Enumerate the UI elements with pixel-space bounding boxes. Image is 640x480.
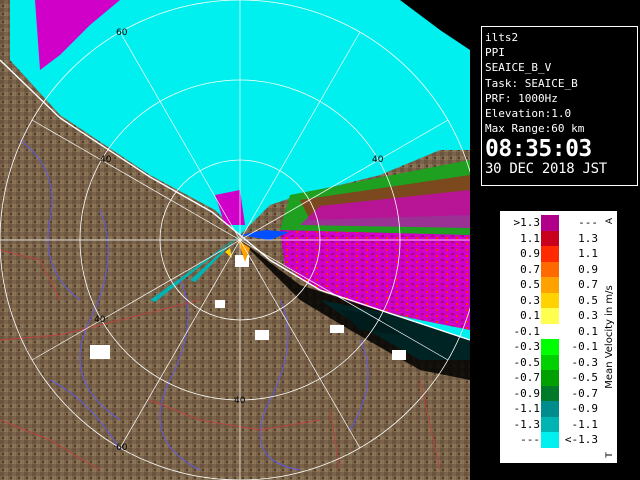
legend-low-value: 0.9 bbox=[520, 247, 540, 260]
legend-low-value: -1.3 bbox=[513, 417, 541, 431]
legend-color-swatch bbox=[541, 215, 559, 231]
legend-low-value: -0.9 bbox=[513, 386, 541, 400]
legend-color-swatch bbox=[541, 416, 559, 432]
legend-color-swatch bbox=[541, 432, 559, 448]
range-label-40-n: 40 bbox=[100, 155, 112, 165]
task-name: Task: SEAICE_B bbox=[485, 76, 578, 90]
legend-low-value: >1.3 bbox=[513, 216, 541, 229]
range-label-40-sw: 40 bbox=[94, 315, 106, 325]
legend-row: 1.1 1.3 bbox=[500, 230, 600, 246]
legend-row: -0.9 -0.7 bbox=[500, 385, 600, 401]
legend-low-value: -1.1 bbox=[513, 402, 541, 415]
legend-row: -1.1 -0.9 bbox=[500, 401, 600, 417]
legend-top-marker: A bbox=[605, 217, 615, 224]
legend-low-value: -0.3 bbox=[513, 340, 541, 353]
legend-color-swatch bbox=[541, 323, 559, 339]
legend-color-swatch bbox=[541, 308, 559, 324]
legend-low-value: -0.7 bbox=[513, 371, 541, 384]
legend-high-value: -0.1 bbox=[571, 340, 599, 353]
scan-time: 08:35:03 bbox=[485, 136, 592, 163]
scan-name: SEAICE_B_V bbox=[485, 61, 552, 75]
legend-row: -0.7 -0.5 bbox=[500, 370, 600, 386]
legend-high-value: 1.1 bbox=[578, 247, 598, 260]
range-label-60-nw: 60 bbox=[116, 28, 128, 38]
legend-row: -0.3 -0.1 bbox=[500, 339, 600, 355]
legend-row: >1.3 --- bbox=[500, 215, 600, 231]
legend-row: 0.1 0.3 bbox=[500, 308, 600, 324]
legend-high-value: 0.5 bbox=[578, 293, 598, 307]
legend-high-value: 0.1 bbox=[578, 324, 598, 338]
prf-value: PRF: 1000Hz bbox=[485, 91, 558, 105]
legend-color-swatch bbox=[541, 277, 559, 293]
legend-low-value: -0.5 bbox=[513, 355, 541, 369]
range-label-40-ne: 40 bbox=[372, 155, 384, 165]
legend-low-value: 1.1 bbox=[520, 231, 540, 245]
legend-high-value: -0.5 bbox=[571, 371, 599, 384]
legend-high-value: --- bbox=[578, 216, 598, 229]
legend-low-value: --- bbox=[520, 433, 540, 446]
legend-color-swatch bbox=[541, 401, 559, 417]
legend-color-swatch bbox=[541, 261, 559, 277]
range-label-60-s: 60 bbox=[116, 443, 128, 453]
legend-high-value: 0.9 bbox=[578, 262, 598, 276]
legend-row: -0.5 -0.3 bbox=[500, 354, 600, 370]
legend-low-value: -0.1 bbox=[513, 324, 541, 338]
legend-row: 0.9 1.1 bbox=[500, 246, 600, 262]
scan-mode: PPI bbox=[485, 46, 505, 60]
legend-low-value: 0.5 bbox=[520, 278, 540, 291]
legend-low-value: 0.1 bbox=[520, 309, 540, 322]
legend-color-swatch bbox=[541, 385, 559, 401]
velocity-legend: >1.3 --- 1.1 1.3 0.9 1.1 0.7 0.9 0.5 0.7 0.3 0.5 0.1… bbox=[500, 211, 617, 463]
scan-info-panel: ilts2 PPI SEAICE_B_V Task: SEAICE_B PRF:… bbox=[481, 26, 638, 186]
scan-date: 30 DEC 2018 JST bbox=[485, 161, 607, 178]
elevation-value: Elevation:1.0 bbox=[485, 107, 572, 121]
legend-row: -1.3 -1.1 bbox=[500, 416, 600, 432]
legend-high-value: 0.3 bbox=[578, 309, 598, 322]
legend-color-swatch bbox=[541, 370, 559, 386]
legend-high-value: -1.1 bbox=[571, 417, 599, 431]
legend-color-swatch bbox=[541, 339, 559, 355]
legend-title: A Mean Velocity in m/s T bbox=[602, 211, 616, 463]
legend-bottom-marker: T bbox=[605, 452, 615, 459]
legend-row: 0.5 0.7 bbox=[500, 277, 600, 293]
legend-high-value: -0.9 bbox=[571, 402, 599, 415]
legend-color-swatch bbox=[541, 354, 559, 370]
legend-color-swatch bbox=[541, 292, 559, 308]
legend-color-swatch bbox=[541, 246, 559, 262]
legend-color-swatch bbox=[541, 230, 559, 246]
range-label-40-s: 40 bbox=[234, 396, 246, 406]
legend-low-value: 0.3 bbox=[520, 293, 540, 307]
legend-high-value: 0.7 bbox=[578, 278, 598, 291]
radar-image: 40 60 40 40 40 60 bbox=[0, 0, 480, 480]
legend-row: 0.3 0.5 bbox=[500, 292, 600, 308]
legend-high-value: <-1.3 bbox=[564, 433, 598, 446]
radar-ppi-display: 40 60 40 40 40 60 bbox=[0, 0, 480, 480]
legend-low-value: 0.7 bbox=[520, 262, 540, 276]
legend-high-value: 1.3 bbox=[578, 231, 598, 245]
legend-high-value: -0.7 bbox=[571, 386, 599, 400]
max-range-value: Max Range:60 km bbox=[485, 122, 585, 136]
legend-row: --- <-1.3 bbox=[500, 432, 600, 448]
station-name: ilts2 bbox=[485, 31, 519, 44]
legend-row: -0.1 0.1 bbox=[500, 323, 600, 339]
legend-row: 0.7 0.9 bbox=[500, 261, 600, 277]
legend-high-value: -0.3 bbox=[571, 355, 599, 369]
legend-title-text: Mean Velocity in m/s bbox=[604, 285, 615, 388]
